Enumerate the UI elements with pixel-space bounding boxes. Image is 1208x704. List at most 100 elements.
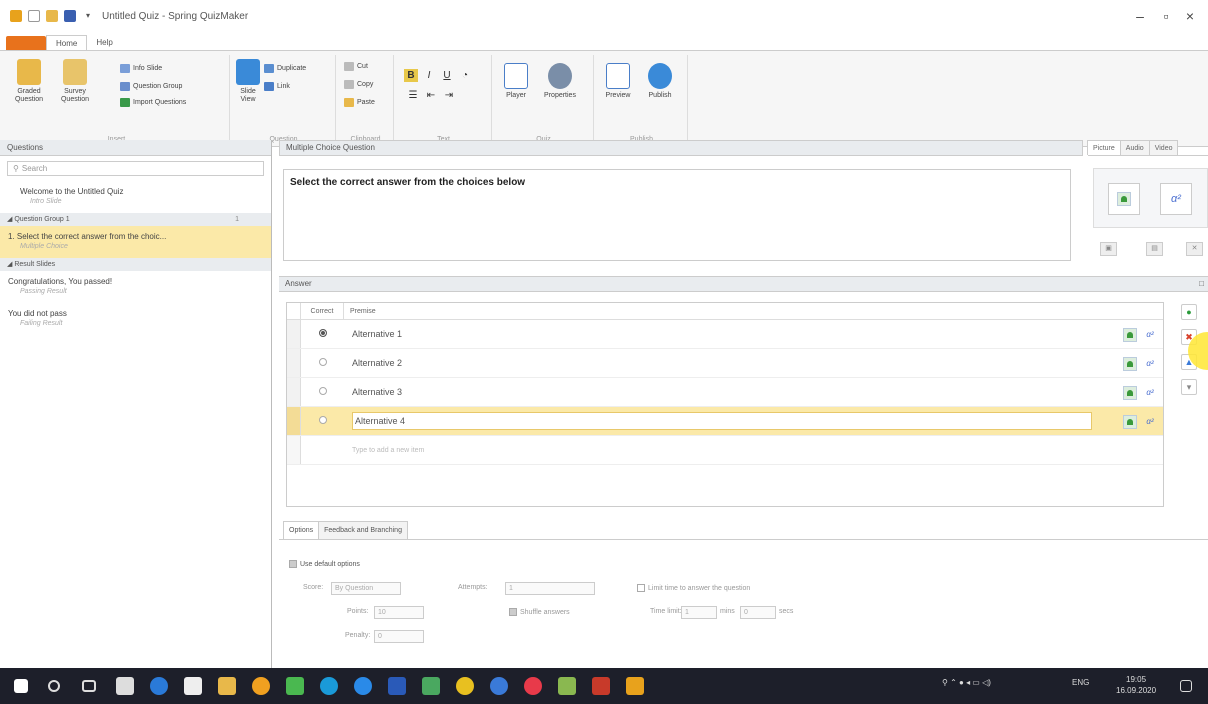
tab-help[interactable]: Help — [87, 35, 121, 50]
premise-edit-input[interactable]: Alternative 4 — [352, 412, 1092, 430]
app-icon-1[interactable] — [252, 677, 270, 695]
limit-time-checkbox[interactable]: Limit time to answer the question — [637, 584, 750, 592]
tab-video[interactable]: Video — [1148, 140, 1179, 155]
picture-icon[interactable] — [1123, 357, 1137, 371]
store-icon[interactable] — [184, 677, 202, 695]
premise-cell[interactable]: Alternative 4 — [344, 407, 1163, 435]
new-icon[interactable] — [28, 10, 40, 22]
app-icon-10[interactable] — [592, 677, 610, 695]
insert-equation-button[interactable]: α² — [1160, 183, 1192, 215]
quizmaker-icon[interactable] — [626, 677, 644, 695]
decrease-indent-icon[interactable]: ⇤ — [424, 89, 438, 102]
score-select[interactable]: By Question — [331, 582, 401, 595]
save-icon[interactable] — [64, 10, 76, 22]
new-item-row[interactable]: Type to add a new item — [287, 436, 1163, 465]
insert-picture-button[interactable] — [1108, 183, 1140, 215]
info-slide-button[interactable]: Info Slide — [120, 63, 162, 74]
row-handle[interactable] — [287, 349, 301, 377]
list-item-failed[interactable]: You did not pass Failing Result — [0, 303, 271, 335]
tab-audio[interactable]: Audio — [1119, 140, 1150, 155]
time-sec-stepper[interactable]: 0 — [740, 606, 776, 619]
app-icon-8[interactable] — [524, 677, 542, 695]
table-row[interactable]: Alternative 1 α² — [287, 320, 1163, 349]
penalty-stepper[interactable]: 0 — [374, 630, 424, 643]
premise-cell[interactable]: Alternative 3 — [344, 378, 1163, 406]
picture-icon[interactable] — [1123, 415, 1137, 429]
close-button[interactable]: × — [1178, 8, 1202, 24]
notification-icon[interactable] — [1180, 680, 1192, 692]
open-icon[interactable] — [46, 10, 58, 22]
list-item-passed[interactable]: Congratulations, You passed! Passing Res… — [0, 271, 271, 303]
paste-button[interactable]: Paste — [344, 97, 375, 108]
maximize-button[interactable]: ▫ — [1154, 8, 1178, 24]
table-row[interactable]: Alternative 2 α² — [287, 349, 1163, 378]
customize-icon[interactable]: ▾ — [82, 10, 94, 22]
question-group-header[interactable]: ◢ Question Group 1 1 — [0, 213, 271, 226]
correct-radio[interactable] — [318, 386, 327, 395]
tray-icons[interactable]: ⚲ ⌃ ● ◂ ▭ ◁) — [942, 678, 991, 687]
app-icon-6[interactable] — [456, 677, 474, 695]
app-icon-4[interactable] — [354, 677, 372, 695]
use-default-options-checkbox[interactable]: Use default options — [289, 560, 360, 568]
table-row[interactable]: Alternative 3 α² — [287, 378, 1163, 407]
underline-button[interactable]: U — [440, 69, 454, 82]
start-icon[interactable] — [14, 679, 28, 693]
collapse-panel-icon[interactable]: □ — [1199, 277, 1204, 291]
mail-icon[interactable] — [116, 677, 134, 695]
duplicate-button[interactable]: Duplicate — [264, 63, 306, 74]
properties-button[interactable]: Properties — [538, 63, 582, 100]
word-icon[interactable] — [388, 677, 406, 695]
question-group-button[interactable]: Question Group — [120, 81, 182, 92]
table-row-selected[interactable]: Alternative 4 α² — [287, 407, 1163, 436]
app-icon-7[interactable] — [490, 677, 508, 695]
correct-radio[interactable] — [318, 415, 327, 424]
row-handle[interactable] — [287, 320, 301, 348]
file-explorer-icon[interactable] — [218, 677, 236, 695]
result-group-header[interactable]: ◢ Result Slides — [0, 258, 271, 271]
picture-icon[interactable] — [1123, 328, 1137, 342]
bullets-icon[interactable]: ☰ — [406, 89, 420, 102]
search-input[interactable]: ⚲ Search — [7, 161, 264, 176]
app-icon-3[interactable] — [320, 677, 338, 695]
row-handle[interactable] — [287, 378, 301, 406]
row-handle[interactable] — [287, 407, 301, 435]
tab-feedback-branching[interactable]: Feedback and Branching — [318, 521, 408, 539]
correct-radio[interactable] — [318, 357, 327, 366]
search-icon[interactable] — [48, 680, 60, 692]
media-resize-icon[interactable]: ▤ — [1146, 242, 1163, 256]
equation-icon[interactable]: α² — [1143, 357, 1157, 371]
equation-icon[interactable]: α² — [1143, 328, 1157, 342]
equation-icon[interactable]: α² — [1143, 415, 1157, 429]
copy-button[interactable]: Copy — [344, 79, 373, 90]
equation-icon[interactable]: α² — [1143, 386, 1157, 400]
picture-icon[interactable] — [1123, 386, 1137, 400]
attempts-select[interactable]: 1 — [505, 582, 595, 595]
tab-options[interactable]: Options — [283, 521, 320, 539]
survey-question-button[interactable]: Survey Question — [56, 59, 94, 104]
edge-icon[interactable] — [150, 677, 168, 695]
minimize-button[interactable]: – — [1128, 8, 1152, 24]
tab-home[interactable]: Home — [46, 35, 88, 50]
bold-button[interactable]: B — [404, 69, 418, 82]
app-icon-9[interactable] — [558, 677, 576, 695]
language-indicator[interactable]: ENG — [1072, 678, 1089, 687]
list-item-intro[interactable]: Welcome to the Untitled Quiz Intro Slide — [0, 181, 271, 213]
question-text-field[interactable]: Select the correct answer from the choic… — [283, 169, 1071, 261]
shuffle-checkbox[interactable]: Shuffle answers — [509, 608, 570, 616]
font-color-icon[interactable]: ◔ — [458, 69, 472, 82]
file-menu-button[interactable] — [6, 36, 46, 50]
move-down-button[interactable]: ▾ — [1181, 379, 1197, 395]
slide-view-button[interactable]: Slide View — [236, 59, 260, 104]
graded-question-button[interactable]: Graded Question — [10, 59, 48, 104]
premise-cell[interactable]: Alternative 1 — [344, 320, 1163, 348]
time-min-stepper[interactable]: 1 — [681, 606, 717, 619]
list-item-question-1[interactable]: 1. Select the correct answer from the ch… — [0, 226, 271, 258]
player-button[interactable]: Player — [498, 63, 534, 100]
increase-indent-icon[interactable]: ⇥ — [442, 89, 456, 102]
add-answer-button[interactable]: ● — [1181, 304, 1197, 320]
cut-button[interactable]: Cut — [344, 61, 368, 72]
app-icon-5[interactable] — [422, 677, 440, 695]
tab-picture[interactable]: Picture — [1087, 140, 1121, 155]
preview-button[interactable]: Preview — [600, 63, 636, 100]
media-delete-icon[interactable]: ✕ — [1186, 242, 1203, 256]
